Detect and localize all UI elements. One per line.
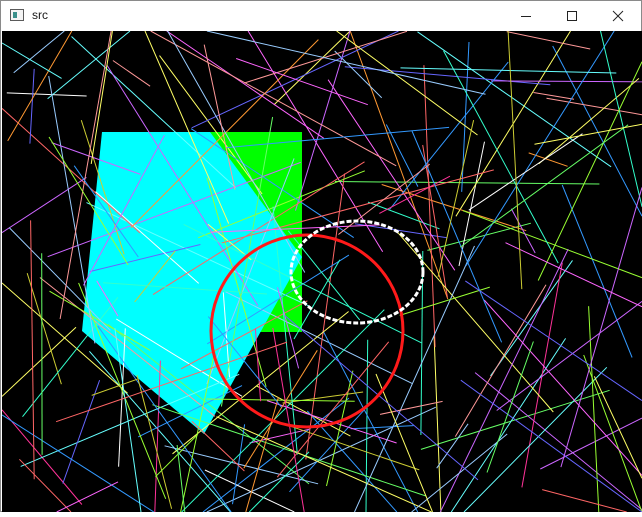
random-line [207,407,436,512]
random-line [390,62,509,209]
white-ellipse [291,221,423,323]
random-line [244,350,317,468]
random-line [23,297,118,416]
random-line [491,260,573,376]
random-line [2,177,86,232]
close-icon [612,10,624,22]
random-line [167,31,324,138]
random-line [507,32,591,49]
random-line [508,31,522,289]
random-line [547,98,642,115]
maximize-icon [566,10,578,22]
random-line [327,371,353,486]
random-line [249,452,309,512]
random-line [337,31,478,135]
random-line [538,62,642,281]
random-line [451,338,565,512]
drawing-canvas[interactable] [2,31,642,512]
random-line [30,69,34,144]
random-line [463,211,642,278]
random-line [2,415,154,512]
random-line [203,398,349,512]
random-line [511,209,535,253]
random-line [335,182,599,185]
random-line [48,31,130,99]
random-line [7,93,87,96]
close-button[interactable] [595,1,641,31]
random-line [464,367,607,512]
random-line [273,328,304,512]
random-line [290,399,374,492]
random-line [14,31,65,73]
random-line [487,342,533,473]
random-line [351,426,414,429]
random-line [63,380,100,483]
random-line [535,124,642,144]
random-line [438,120,474,277]
title-bar[interactable]: src [1,1,641,31]
random-line [31,220,35,479]
maximize-button[interactable] [549,1,595,31]
random-line [542,490,627,512]
app-window: src [0,0,642,512]
random-line [113,61,150,87]
random-line [401,68,617,73]
drawing-surface [2,31,642,512]
random-line [466,31,614,266]
random-line [484,300,642,475]
random-line [192,421,245,471]
random-line [540,418,642,469]
random-line [534,93,575,100]
random-line [423,145,448,297]
random-line [2,43,62,78]
random-line [594,376,642,478]
random-line [437,424,468,468]
random-line [156,434,198,476]
random-line [475,373,642,510]
random-line [562,185,632,358]
random-line [561,187,642,467]
minimize-button[interactable] [503,1,549,31]
random-line [57,482,118,512]
random-line [205,470,294,512]
random-line [8,31,72,141]
random-line [19,459,71,512]
window-title: src [32,8,48,22]
random-line [460,125,628,247]
random-line [328,80,455,271]
random-line [355,246,475,512]
random-line [455,285,546,437]
random-line [529,153,568,166]
random-line [522,263,562,488]
random-line [434,337,441,513]
app-window-icon [10,9,24,21]
random-line [601,31,642,207]
minimize-icon [520,10,532,22]
random-line [244,31,407,83]
